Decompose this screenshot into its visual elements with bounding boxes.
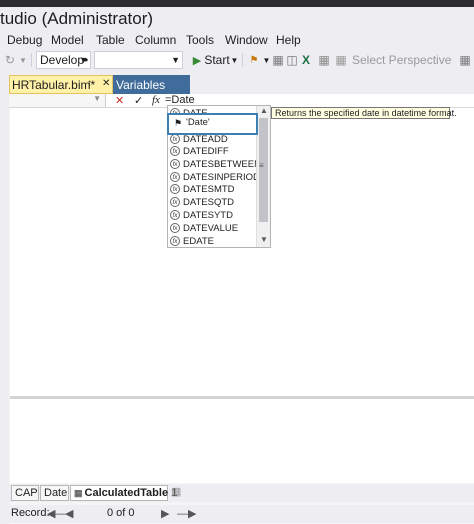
fx-label: fx — [152, 94, 160, 106]
start-dropdown-icon[interactable]: ▼ — [230, 51, 239, 69]
first-record-icon[interactable]: ◀— — [47, 507, 66, 520]
chevron-down-icon: ▼ — [93, 94, 101, 103]
scroll-thumb[interactable] — [259, 118, 268, 222]
autocomplete-item[interactable]: fx DATESINPERIOD — [170, 171, 260, 183]
measure-grid[interactable] — [10, 399, 474, 483]
menu-tools[interactable]: Tools — [186, 33, 214, 47]
function-icon: fx — [170, 223, 180, 233]
autocomplete-item[interactable]: fx DATESBETWEEN — [170, 158, 261, 170]
redo-icon[interactable]: ↻ — [3, 51, 17, 69]
find-icon[interactable]: ⚑ — [247, 51, 261, 69]
cancel-formula-icon[interactable]: ✕ — [115, 94, 124, 107]
function-icon: fx — [170, 134, 180, 144]
add-table-icon[interactable]: ▦ — [171, 485, 181, 498]
menu-bar: Debug Model Table Column Tools Window He… — [0, 32, 474, 50]
tab-variables[interactable]: Variables — [113, 75, 190, 94]
autocomplete-scrollbar[interactable]: ▲ ≡ ▼ — [256, 106, 270, 247]
autocomplete-item[interactable]: fx DATEDIFF — [170, 145, 229, 157]
function-icon: fx — [170, 236, 180, 246]
configuration-combo[interactable]: Develop• ▼ — [36, 51, 91, 69]
autocomplete-item[interactable]: fx DATESQTD — [170, 196, 234, 208]
title-bar: tudio (Administrator) — [0, 0, 474, 32]
table-icon: ⚑ — [174, 118, 183, 128]
previous-record-icon[interactable]: ◀ — [65, 507, 73, 520]
confirm-formula-icon[interactable]: ✓ — [134, 94, 143, 107]
perspective-icon[interactable]: ▦ — [334, 51, 348, 69]
function-icon: fx — [170, 159, 180, 169]
toolbar: ↻ ▼ Develop• ▼ ▼ ▶ Start ▼ ⚑ ▼ ▦ ◫ X ▦ ▦… — [0, 50, 474, 70]
scroll-up-icon[interactable]: ▲ — [260, 106, 268, 115]
menu-model[interactable]: Model — [51, 33, 84, 47]
autocomplete-selected-item[interactable]: ⚑ 'Date' — [167, 113, 258, 135]
autocomplete-item[interactable]: fx EDATE — [170, 235, 214, 247]
next-record-icon[interactable]: ▶ — [161, 507, 169, 520]
sheet-tab-calculatedtable-label: CalculatedTable 1 — [84, 487, 178, 499]
menu-window[interactable]: Window — [225, 33, 268, 47]
record-navigator: Record: ◀— ◀ 0 of 0 ▶ —▶ — [9, 505, 474, 523]
excel-icon[interactable]: X — [299, 51, 313, 69]
platform-combo[interactable]: ▼ — [94, 51, 183, 69]
sheet-tab-calculatedtable[interactable]: ▦ CalculatedTable 1 — [70, 485, 177, 501]
menu-debug[interactable]: Debug — [7, 33, 42, 47]
record-label: Record: — [11, 507, 50, 519]
autocomplete-item[interactable]: fx DATESMTD — [170, 183, 235, 195]
document-tab-strip: HRTabular.bim* ↑ ✕ Variables — [0, 75, 474, 94]
scroll-grip-icon: ≡ — [259, 161, 264, 170]
menu-column[interactable]: Column — [135, 33, 176, 47]
chevron-down-icon: ▼ — [171, 55, 180, 65]
close-icon[interactable]: ✕ — [102, 78, 110, 89]
sheet-tab-strip: CAP Date ▦ CalculatedTable 1 ▦ — [9, 484, 474, 502]
window-title: tudio (Administrator) — [0, 9, 154, 28]
table-icon: ▦ — [74, 487, 83, 498]
last-record-icon[interactable]: —▶ — [177, 507, 196, 520]
sheet-tab-cap[interactable]: CAP — [11, 485, 39, 501]
record-position: 0 of 0 — [107, 507, 135, 519]
column-selector[interactable]: ▼ — [9, 94, 106, 107]
function-icon: fx — [170, 184, 180, 194]
function-icon: fx — [170, 210, 180, 220]
find-dropdown-icon[interactable]: ▼ — [262, 51, 271, 69]
grid-icon[interactable]: ▦ — [271, 51, 285, 69]
table-icon[interactable]: ▦ — [317, 51, 331, 69]
selected-item-label: 'Date' — [186, 117, 210, 128]
function-tooltip: Returns the specified date in datetime f… — [271, 107, 457, 119]
start-button[interactable]: Start — [204, 51, 229, 69]
scroll-down-icon[interactable]: ▼ — [260, 235, 268, 244]
menu-help[interactable]: Help — [276, 33, 301, 47]
function-icon: fx — [170, 146, 180, 156]
database-icon[interactable]: ◫ — [285, 51, 299, 69]
tab-hrtabular[interactable]: HRTabular.bim* ↑ ✕ — [9, 75, 113, 94]
perspective-dropdown-icon[interactable]: ▦ — [458, 51, 472, 69]
function-icon: fx — [170, 172, 180, 182]
tab-variables-label: Variables — [116, 77, 166, 92]
redo-dropdown-icon[interactable]: ▼ — [18, 51, 28, 69]
autocomplete-item[interactable]: fx DATEVALUE — [170, 222, 238, 234]
menu-table[interactable]: Table — [96, 33, 125, 47]
sheet-tab-date[interactable]: Date — [40, 485, 69, 501]
function-icon: fx — [170, 197, 180, 207]
autocomplete-item[interactable]: fx DATESYTD — [170, 209, 233, 221]
tab-hrtabular-label: HRTabular.bim* — [12, 77, 96, 92]
select-perspective-combo[interactable]: Select Perspective — [352, 51, 452, 69]
pin-icon[interactable]: ↑ — [87, 78, 92, 89]
chevron-down-icon: ▼ — [79, 55, 88, 65]
start-play-icon[interactable]: ▶ — [190, 51, 204, 69]
